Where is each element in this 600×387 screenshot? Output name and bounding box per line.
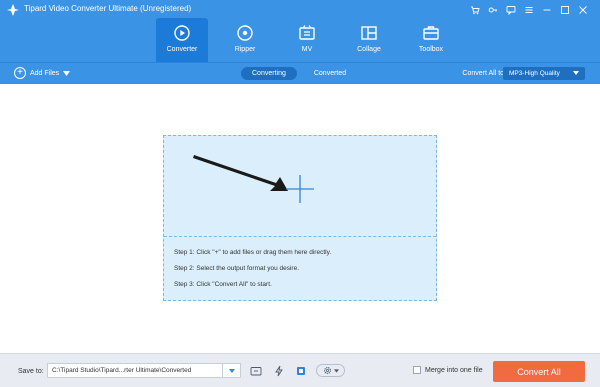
convert-all-button[interactable]: Convert All bbox=[493, 361, 585, 382]
collage-icon bbox=[361, 26, 377, 40]
save-path-field[interactable]: C:\Tipard Studio\Tipard...rter Ultimate\… bbox=[47, 363, 241, 378]
step-2-text: Step 2: Select the output format you des… bbox=[174, 265, 300, 272]
tab-converting[interactable]: Converting bbox=[241, 67, 297, 80]
merge-checkbox[interactable] bbox=[413, 366, 421, 374]
converter-toolbar: + Add Files Converting Converted Convert… bbox=[0, 62, 600, 84]
save-to-label: Save to: bbox=[18, 368, 44, 375]
merge-label: Merge into one file bbox=[425, 366, 483, 374]
maximize-icon[interactable] bbox=[556, 3, 574, 17]
hardware-acceleration-button[interactable] bbox=[271, 363, 287, 378]
converter-icon bbox=[174, 25, 190, 41]
cart-icon[interactable] bbox=[466, 3, 484, 17]
output-format-select[interactable]: MP3-High Quality bbox=[503, 67, 585, 80]
open-folder-button[interactable] bbox=[248, 363, 264, 378]
output-settings-button[interactable] bbox=[316, 364, 345, 377]
nav-label-converter: Converter bbox=[166, 46, 198, 53]
chevron-down-icon[interactable] bbox=[63, 70, 71, 76]
add-file-plus-icon[interactable] bbox=[285, 174, 315, 204]
add-files-button[interactable]: + Add Files bbox=[14, 67, 71, 79]
pointer-arrow-icon bbox=[193, 155, 288, 191]
bottom-bar: Save to: C:\Tipard Studio\Tipard...rter … bbox=[0, 353, 600, 387]
folder-icon bbox=[250, 366, 262, 375]
app-logo-icon bbox=[7, 4, 19, 16]
tab-toolbox[interactable]: Toolbox bbox=[400, 18, 462, 62]
minimize-icon[interactable] bbox=[538, 3, 556, 17]
step-1-text: Step 1: Click "+" to add files or drag t… bbox=[174, 249, 332, 256]
window-title: Tipard Video Converter Ultimate (Unregis… bbox=[24, 4, 192, 13]
converting-converted-switch: Converting Converted bbox=[241, 67, 357, 80]
output-format-value: MP3-High Quality bbox=[509, 70, 560, 77]
save-path-value: C:\Tipard Studio\Tipard...rter Ultimate\… bbox=[52, 367, 192, 374]
close-icon[interactable] bbox=[574, 3, 592, 17]
toolbox-icon bbox=[423, 26, 439, 40]
step-3-text: Step 3: Click "Convert All" to start. bbox=[174, 281, 272, 288]
title-bar: Tipard Video Converter Ultimate (Unregis… bbox=[0, 0, 600, 62]
gear-icon bbox=[323, 367, 331, 374]
tab-converter[interactable]: Converter bbox=[156, 18, 208, 62]
chevron-down-icon bbox=[333, 368, 339, 373]
add-files-label: Add Files bbox=[30, 69, 60, 77]
tab-converted[interactable]: Converted bbox=[303, 67, 357, 80]
add-circle-icon: + bbox=[14, 67, 26, 79]
tab-collage[interactable]: Collage bbox=[338, 18, 400, 62]
nav-label-toolbox: Toolbox bbox=[418, 46, 444, 53]
main-nav: Converter Ripper MV Collage Toolbox bbox=[156, 18, 462, 62]
gpu-acceleration-button[interactable] bbox=[293, 363, 309, 378]
dropzone-divider bbox=[164, 236, 436, 237]
save-path-dropdown[interactable] bbox=[222, 364, 240, 377]
nav-label-mv: MV bbox=[301, 46, 313, 53]
chevron-down-icon bbox=[573, 71, 579, 75]
convert-all-to-label: Convert All to: bbox=[462, 70, 506, 77]
instruction-steps: Step 1: Click "+" to add files or drag t… bbox=[174, 249, 331, 297]
mv-icon bbox=[299, 25, 315, 40]
tab-ripper[interactable]: Ripper bbox=[214, 18, 276, 62]
tab-mv[interactable]: MV bbox=[276, 18, 338, 62]
key-icon[interactable] bbox=[484, 3, 502, 17]
window-controls bbox=[466, 3, 592, 17]
nav-label-collage: Collage bbox=[357, 46, 381, 53]
file-drop-zone[interactable]: Step 1: Click "+" to add files or drag t… bbox=[163, 135, 437, 301]
ripper-icon bbox=[237, 25, 253, 41]
gpu-chip-icon bbox=[297, 366, 305, 375]
lightning-icon bbox=[275, 365, 283, 376]
feedback-icon[interactable] bbox=[502, 3, 520, 17]
merge-option[interactable]: Merge into one file bbox=[413, 366, 483, 374]
chevron-down-icon bbox=[228, 368, 235, 373]
menu-icon[interactable] bbox=[520, 3, 538, 17]
nav-label-ripper: Ripper bbox=[234, 46, 256, 53]
